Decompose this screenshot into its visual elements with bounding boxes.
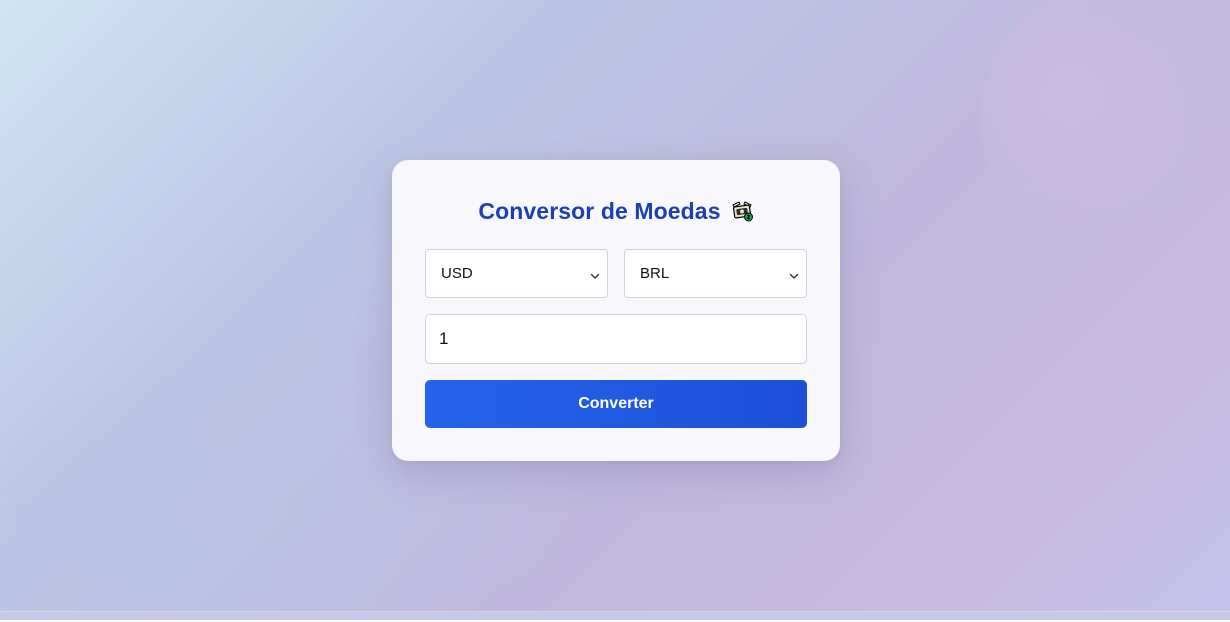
background-dot <box>546 134 549 137</box>
amount-value: 1 <box>439 329 449 348</box>
to-currency-select[interactable]: BRL <box>624 249 807 298</box>
background-dot <box>916 376 919 379</box>
chevron-down-icon <box>789 268 799 279</box>
money-with-wings-icon <box>730 199 754 223</box>
chevron-down-icon <box>590 268 600 279</box>
convert-button[interactable]: Converter <box>425 380 807 428</box>
background-dot <box>1168 150 1171 153</box>
converter-card: Conversor de Moedas USD BRL 1 Converter <box>392 160 840 461</box>
background-dot <box>1010 26 1013 29</box>
background-bubble <box>980 0 1210 250</box>
background-dot <box>322 497 325 500</box>
header: Conversor de Moedas <box>392 196 840 226</box>
background-dot <box>1047 491 1050 494</box>
background-dot <box>1126 396 1129 399</box>
from-currency-value: USD <box>441 265 473 282</box>
from-currency-select[interactable]: USD <box>425 249 608 298</box>
amount-input[interactable]: 1 <box>425 314 807 364</box>
bottom-strip <box>0 611 1230 622</box>
to-currency-value: BRL <box>640 265 670 282</box>
page-title: Conversor de Moedas <box>478 197 721 224</box>
